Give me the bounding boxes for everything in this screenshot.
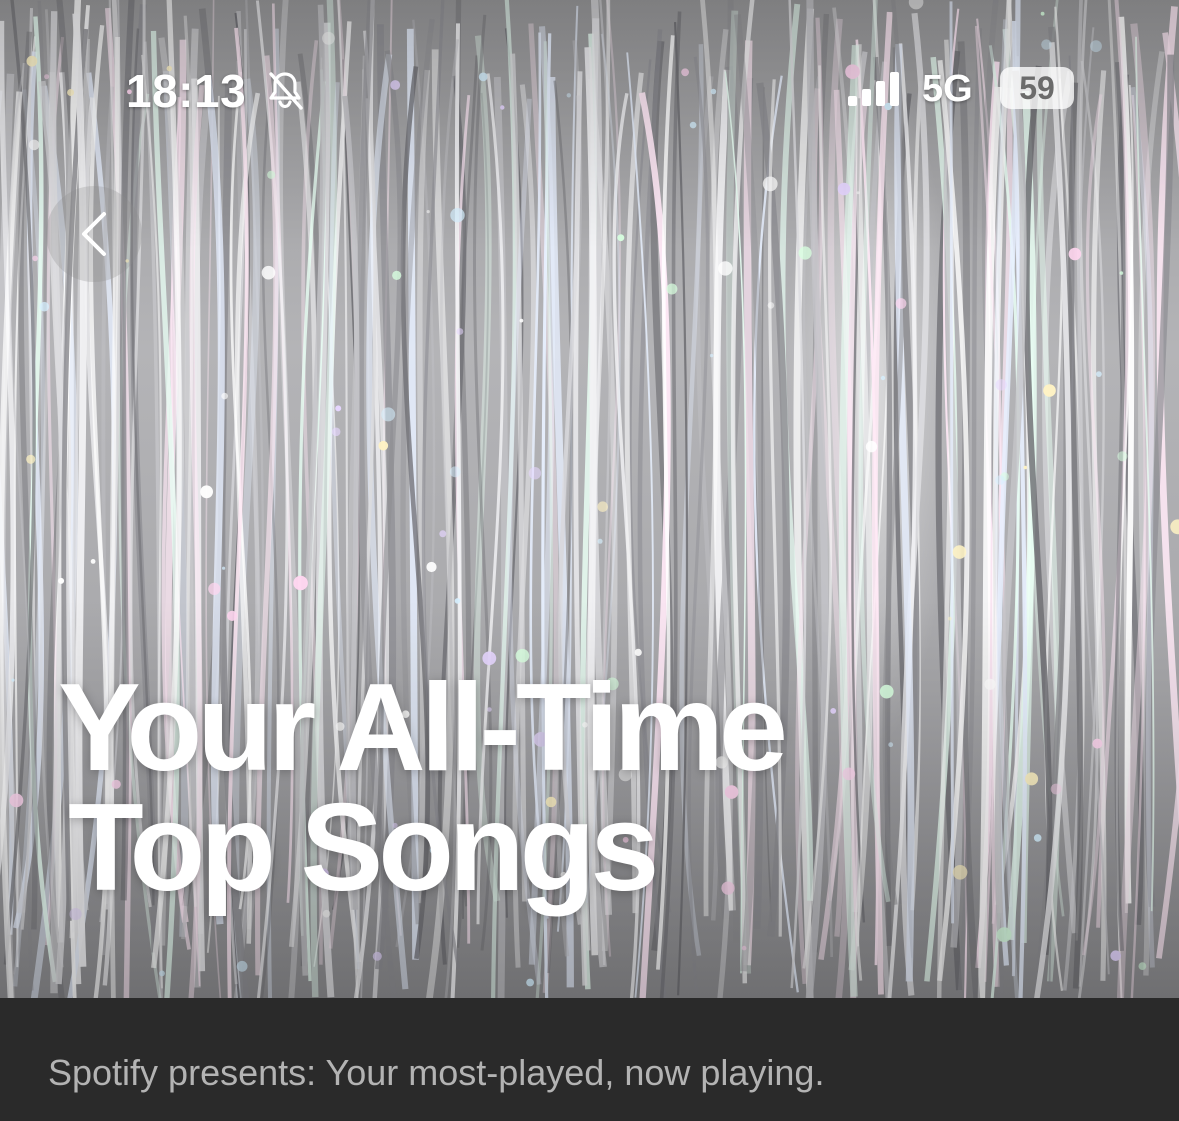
status-time: 18:13 [126,65,247,117]
back-button[interactable] [46,186,142,282]
playlist-description: Spotify presents: Your most-played, now … [48,1052,825,1093]
status-bar: 18:13 5G 59 [0,0,1179,180]
battery-indicator: 59 [1000,67,1074,109]
chevron-left-icon [82,212,106,256]
title-line-2: Top Songs [68,779,659,917]
network-type: 5G [922,68,973,110]
description-band: Spotify presents: Your most-played, now … [0,998,1179,1121]
title-line-1: Your All-Time [58,659,788,797]
playlist-screen: 18:13 5G 59 Your All-Time Top Songs Spot… [0,0,1179,1121]
cellular-signal-icon [848,72,899,106]
playlist-title: Your All-Time Top Songs [58,659,1058,917]
bell-slash-icon [269,72,303,110]
battery-level: 59 [1019,70,1055,106]
